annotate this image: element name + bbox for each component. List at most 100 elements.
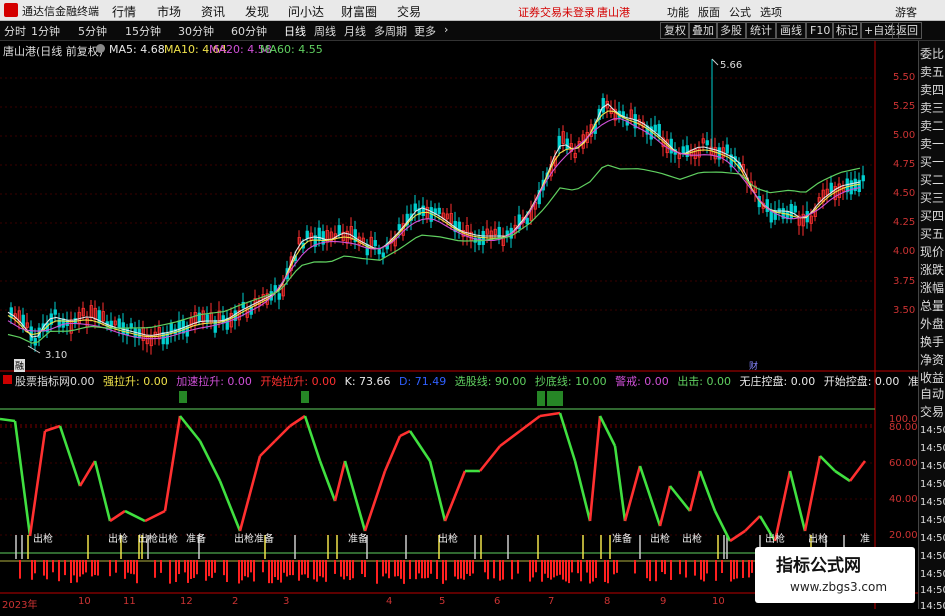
menu-shichang[interactable]: 市场: [157, 3, 181, 20]
signal-bar: [457, 560, 459, 580]
menu-jiaoyi[interactable]: 交易: [397, 3, 421, 20]
signal-bar: [715, 560, 717, 581]
menu-faxian[interactable]: 发现: [245, 3, 269, 20]
kd-segment: [0, 417, 16, 423]
signal-bar: [250, 560, 252, 573]
panel-item[interactable]: 总量: [920, 297, 945, 316]
signal-bar: [388, 560, 390, 579]
candle-body: [705, 140, 709, 146]
menu-guest[interactable]: 游客: [895, 4, 917, 20]
draw-button[interactable]: 画线: [776, 22, 806, 39]
kd-segment: [573, 460, 592, 522]
menu-caifuquan[interactable]: 财富圈: [341, 3, 377, 20]
signal-bar: [409, 560, 411, 580]
panel-lower-item[interactable]: 交易: [920, 403, 945, 422]
panel-item[interactable]: 涨幅: [920, 279, 945, 298]
signal-bar: [742, 560, 744, 578]
ind-tick: 20.00: [889, 530, 918, 541]
mark-button[interactable]: 标记: [832, 22, 862, 39]
login-notice[interactable]: 证券交易未登录: [518, 4, 595, 20]
panel-item[interactable]: 卖一: [920, 135, 945, 154]
menu-gongneng[interactable]: 功能: [667, 4, 689, 20]
date-tick: 10: [712, 596, 725, 607]
signal-bar: [544, 560, 546, 574]
chart-canvas[interactable]: [0, 41, 918, 609]
signal-bar: [664, 560, 666, 575]
menu-wenxiaoda[interactable]: 问小达: [288, 3, 324, 20]
panel-item[interactable]: 买四: [920, 207, 945, 226]
period-fenshi[interactable]: 分时: [4, 23, 26, 39]
ma60-label: MA60: 4.55: [260, 43, 323, 56]
period-more[interactable]: 更多: [414, 23, 436, 39]
panel-item[interactable]: 卖四: [920, 81, 945, 100]
period-monthly[interactable]: 月线: [344, 23, 366, 39]
panel-item[interactable]: 委比: [920, 45, 945, 64]
ind-tick: 40.00: [889, 494, 918, 505]
margin-marker[interactable]: 融: [14, 359, 26, 372]
indicator-menu-icon[interactable]: [3, 375, 12, 384]
menu-hangqing[interactable]: 行情: [112, 3, 136, 20]
signal-bar: [277, 560, 279, 580]
panel-item[interactable]: 换手: [920, 333, 945, 352]
signal-bar: [502, 560, 504, 580]
period-multi[interactable]: 多周期: [374, 23, 407, 39]
panel-lower-item[interactable]: 自动: [920, 385, 945, 404]
period-30min[interactable]: 30分钟: [178, 23, 214, 39]
signal-bar: [748, 560, 750, 578]
panel-item[interactable]: 净资: [920, 351, 945, 370]
panel-item[interactable]: 卖三: [920, 99, 945, 118]
signal-bar: [565, 560, 567, 582]
price-tick: 5.00: [893, 130, 916, 141]
date-tick: 9: [660, 596, 667, 607]
fuquan-button[interactable]: 复权: [660, 22, 690, 39]
kd-segment: [13, 420, 32, 537]
signal-bar: [445, 560, 447, 581]
signal-bar: [721, 560, 723, 573]
settings-dot-icon[interactable]: [96, 44, 105, 53]
multi-stock-button[interactable]: 多股: [716, 22, 746, 39]
signal-bar: [535, 560, 537, 573]
price-tick: 4.50: [893, 188, 916, 199]
menu-gongshi[interactable]: 公式: [729, 4, 751, 20]
signal-bar: [352, 560, 354, 579]
signal-bar: [685, 560, 687, 578]
signal-bar: [571, 560, 573, 573]
signal-bar: [76, 560, 78, 583]
menu-xuanxiang[interactable]: 选项: [760, 4, 782, 20]
kd-segment: [788, 470, 807, 532]
ind-item-6: 选股线: 90.00: [454, 375, 527, 388]
overlay-button[interactable]: 叠加: [688, 22, 718, 39]
period-1min[interactable]: 1分钟: [31, 23, 60, 39]
period-daily[interactable]: 日线: [284, 23, 306, 39]
period-15min[interactable]: 15分钟: [125, 23, 161, 39]
signal-bar: [130, 560, 132, 574]
back-button[interactable]: 返回: [892, 22, 922, 39]
panel-item[interactable]: 买一: [920, 153, 945, 172]
menu-zixun[interactable]: 资讯: [201, 3, 225, 20]
f10-button[interactable]: F10: [806, 22, 835, 39]
menu-banmian[interactable]: 版面: [698, 4, 720, 20]
signal-bar: [211, 560, 213, 578]
signal-bar: [730, 560, 732, 582]
indicator-name[interactable]: 股票指标网: [15, 373, 70, 389]
signal-bar: [400, 560, 402, 579]
period-weekly[interactable]: 周线: [314, 23, 336, 39]
candle-body: [133, 328, 137, 338]
signal-bar: [109, 560, 111, 577]
panel-item[interactable]: 涨跌: [920, 261, 945, 280]
panel-item[interactable]: 买二: [920, 171, 945, 190]
more-chevron-icon[interactable]: ›: [444, 23, 448, 36]
panel-item[interactable]: 现价: [920, 243, 945, 262]
finance-marker[interactable]: 财: [749, 359, 758, 372]
panel-item[interactable]: 买三: [920, 189, 945, 208]
panel-item[interactable]: 外盘: [920, 315, 945, 334]
panel-item[interactable]: 买五: [920, 225, 945, 244]
signal-bar: [253, 560, 255, 582]
signal-bar: [661, 560, 663, 573]
stats-button[interactable]: 统计: [746, 22, 776, 39]
period-5min[interactable]: 5分钟: [78, 23, 107, 39]
panel-item[interactable]: 卖五: [920, 63, 945, 82]
period-60min[interactable]: 60分钟: [231, 23, 267, 39]
signal-bar: [313, 560, 315, 580]
panel-item[interactable]: 卖二: [920, 117, 945, 136]
